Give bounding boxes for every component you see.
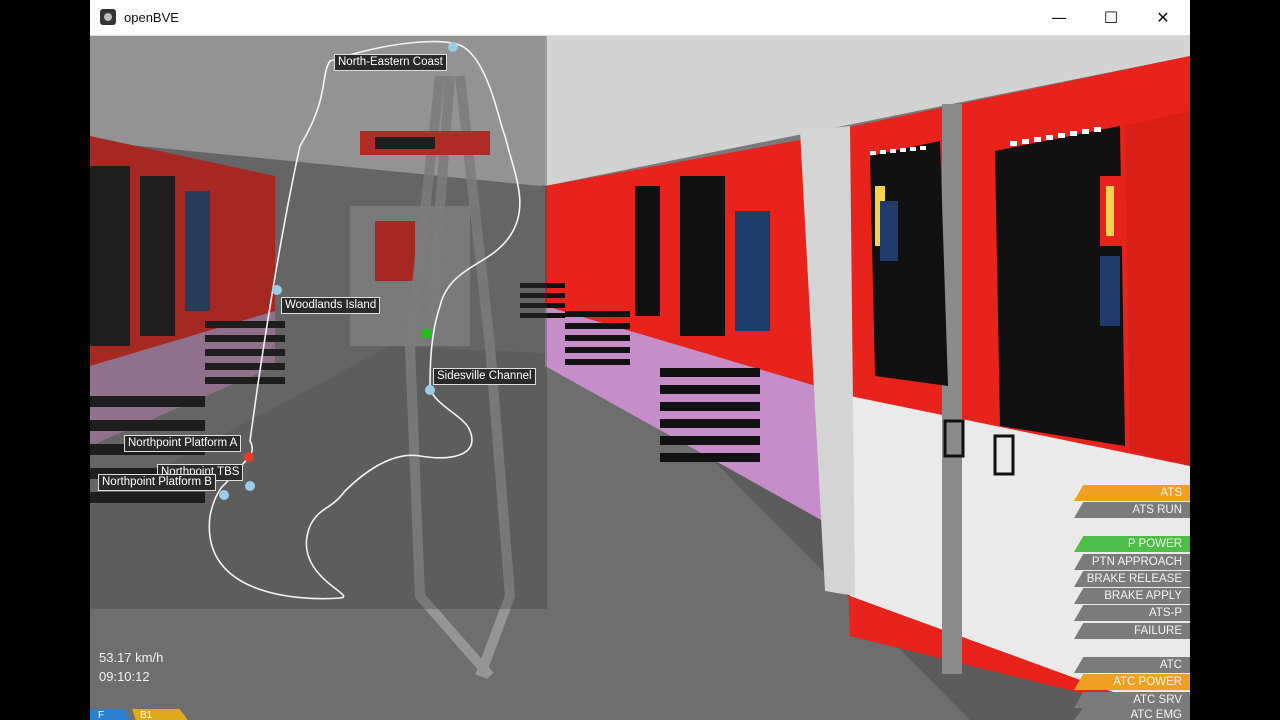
route-map: North-Eastern Coast Woodlands Island Sid… bbox=[90, 36, 547, 609]
title-bar[interactable]: openBVE — ☐ ✕ bbox=[90, 0, 1190, 36]
indicator-ptn-approach: PTN APPROACH bbox=[1074, 554, 1190, 570]
station-marker bbox=[425, 385, 435, 395]
station-label: Northpoint Platform B bbox=[98, 474, 216, 491]
indicator-atc-srv: ATC SRV bbox=[1074, 692, 1190, 708]
indicator-atc-emg: ATC EMG bbox=[1074, 708, 1190, 720]
minimize-button[interactable]: — bbox=[1036, 0, 1082, 35]
openbve-app-icon bbox=[100, 9, 116, 25]
route-map-track bbox=[208, 40, 521, 600]
signal-marker bbox=[422, 329, 431, 338]
station-marker bbox=[272, 285, 282, 295]
station-label: Woodlands Island bbox=[281, 297, 381, 314]
station-label: Sidesville Channel bbox=[433, 368, 536, 385]
indicator-ats-p: ATS-P bbox=[1074, 605, 1190, 621]
speed-readout: 53.17 km/h bbox=[99, 650, 164, 665]
indicator-brake-release: BRAKE RELEASE bbox=[1074, 571, 1190, 587]
window-title: openBVE bbox=[124, 10, 179, 25]
indicator-brake-apply: BRAKE APPLY bbox=[1074, 588, 1190, 604]
train-position-marker bbox=[244, 452, 254, 462]
close-button[interactable]: ✕ bbox=[1140, 0, 1186, 35]
indicator-ats: ATS bbox=[1074, 485, 1190, 501]
station-label: Northpoint Platform A bbox=[124, 435, 242, 452]
station-marker bbox=[245, 481, 255, 491]
station-marker bbox=[448, 42, 458, 52]
indicator-p-power: P POWER bbox=[1074, 536, 1190, 552]
indicator-ats-run: ATS RUN bbox=[1074, 502, 1190, 518]
station-label: North-Eastern Coast bbox=[334, 54, 447, 71]
openbve-window: openBVE — ☐ ✕ North-Eastern Coast Woodla… bbox=[90, 0, 1190, 720]
station-marker bbox=[219, 490, 229, 500]
indicator-atc-power: ATC POWER bbox=[1074, 674, 1190, 690]
clock-readout: 09:10:12 bbox=[99, 669, 150, 684]
indicator-failure: FAILURE bbox=[1074, 623, 1190, 639]
maximize-button[interactable]: ☐ bbox=[1088, 0, 1134, 35]
indicator-atc: ATC bbox=[1074, 657, 1190, 673]
simulator-viewport[interactable]: North-Eastern Coast Woodlands Island Sid… bbox=[90, 36, 1190, 720]
